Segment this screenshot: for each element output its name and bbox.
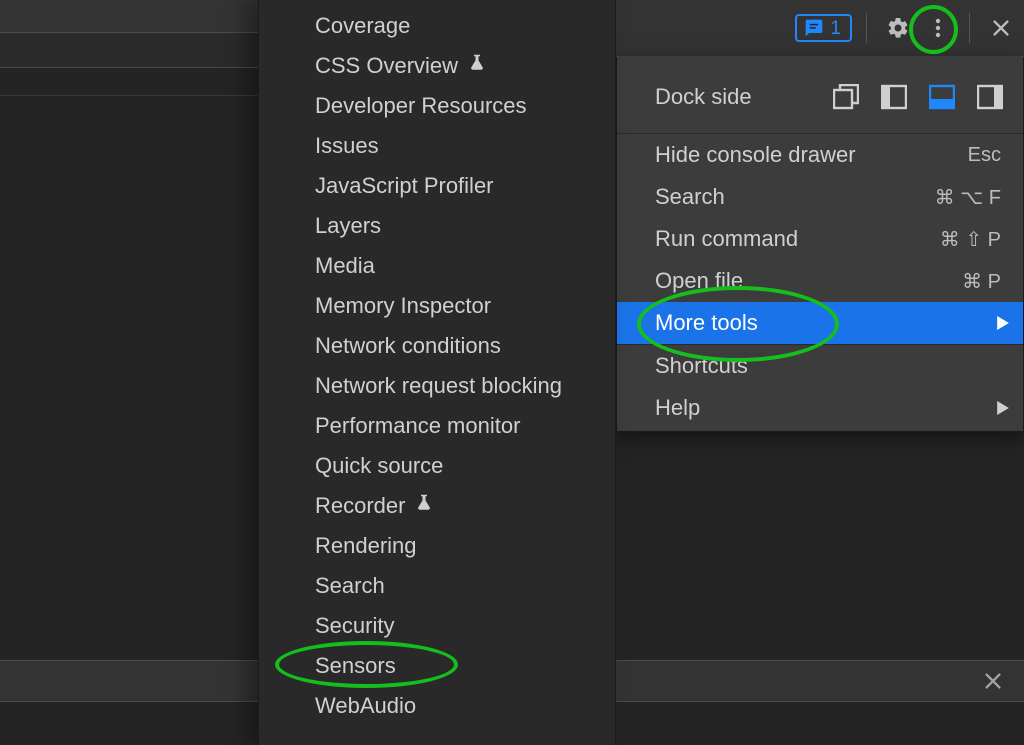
panel-background bbox=[0, 96, 258, 745]
menu-item-shortcut: ⌘ ⌥ F bbox=[935, 185, 1001, 210]
submenu-item-network-request-blocking[interactable]: Network request blocking bbox=[259, 366, 615, 406]
chat-icon bbox=[804, 18, 824, 38]
submenu-item-label: Issues bbox=[315, 133, 379, 159]
dock-side-label: Dock side bbox=[655, 84, 831, 110]
menu-item-label: Run command bbox=[655, 226, 798, 252]
experimental-icon bbox=[468, 53, 486, 73]
submenu-item-label: WebAudio bbox=[315, 693, 416, 719]
menu-item-more-tools[interactable]: More tools bbox=[617, 302, 1023, 344]
close-icon bbox=[990, 17, 1012, 39]
dock-right-button[interactable] bbox=[975, 82, 1005, 112]
submenu-item-label: JavaScript Profiler bbox=[315, 173, 494, 199]
menu-item-label: Shortcuts bbox=[655, 353, 748, 379]
submenu-item-label: Coverage bbox=[315, 13, 410, 39]
menu-item-label: Hide console drawer bbox=[655, 142, 856, 168]
submenu-item-performance-monitor[interactable]: Performance monitor bbox=[259, 406, 615, 446]
submenu-indicator bbox=[997, 395, 1009, 421]
menu-item-shortcut: ⌘ ⇧ P bbox=[940, 227, 1001, 252]
submenu-item-label: Search bbox=[315, 573, 385, 599]
submenu-item-media[interactable]: Media bbox=[259, 246, 615, 286]
menu-item-help[interactable]: Help bbox=[617, 387, 1023, 429]
dock-right-icon bbox=[977, 84, 1003, 110]
submenu-item-memory-inspector[interactable]: Memory Inspector bbox=[259, 286, 615, 326]
drawer-toolbar-left bbox=[0, 660, 258, 702]
menu-item-shortcut: ⌘ P bbox=[962, 269, 1001, 294]
more-options-button[interactable] bbox=[921, 11, 955, 45]
devtools-main-toolbar: 1 bbox=[616, 0, 1024, 57]
drawer-toolbar bbox=[616, 660, 1024, 702]
dock-bottom-icon bbox=[929, 84, 955, 110]
submenu-item-label: Media bbox=[315, 253, 375, 279]
vertical-dots-icon bbox=[926, 16, 950, 40]
gear-icon bbox=[886, 16, 910, 40]
tabs-strip bbox=[0, 0, 258, 33]
submenu-item-label: Layers bbox=[315, 213, 381, 239]
dock-left-button[interactable] bbox=[879, 82, 909, 112]
toolbar-strip bbox=[0, 33, 258, 68]
menu-item-label: Help bbox=[655, 395, 700, 421]
submenu-item-css-overview[interactable]: CSS Overview bbox=[259, 46, 615, 86]
menu-item-label: Search bbox=[655, 184, 725, 210]
more-tools-submenu: Coverage CSS Overview Developer Resources I… bbox=[258, 0, 616, 745]
subtoolbar-strip bbox=[0, 68, 258, 96]
close-icon bbox=[982, 670, 1004, 692]
submenu-item-javascript-profiler[interactable]: JavaScript Profiler bbox=[259, 166, 615, 206]
submenu-item-label: Sensors bbox=[315, 653, 396, 679]
submenu-item-label: CSS Overview bbox=[315, 53, 458, 79]
submenu-item-label: Performance monitor bbox=[315, 413, 520, 439]
submenu-item-recorder[interactable]: Recorder bbox=[259, 486, 615, 526]
close-devtools-button[interactable] bbox=[984, 11, 1018, 45]
submenu-item-label: Security bbox=[315, 613, 394, 639]
toolbar-separator bbox=[969, 13, 970, 43]
submenu-item-label: Recorder bbox=[315, 493, 405, 519]
settings-button[interactable] bbox=[881, 11, 915, 45]
experimental-badge bbox=[415, 493, 433, 519]
menu-item-shortcut: Esc bbox=[968, 144, 1001, 167]
submenu-item-label: Memory Inspector bbox=[315, 293, 491, 319]
submenu-item-developer-resources[interactable]: Developer Resources bbox=[259, 86, 615, 126]
chevron-right-icon bbox=[997, 316, 1009, 330]
submenu-item-label: Quick source bbox=[315, 453, 443, 479]
dock-side-options bbox=[831, 82, 1005, 112]
submenu-indicator bbox=[997, 310, 1009, 336]
menu-item-label: Open file bbox=[655, 268, 743, 294]
experimental-icon bbox=[415, 493, 433, 513]
menu-item-search[interactable]: Search ⌘ ⌥ F bbox=[617, 176, 1023, 218]
submenu-item-security[interactable]: Security bbox=[259, 606, 615, 646]
menu-item-label: More tools bbox=[655, 310, 758, 336]
undock-icon bbox=[833, 84, 859, 110]
submenu-item-layers[interactable]: Layers bbox=[259, 206, 615, 246]
issues-count: 1 bbox=[830, 19, 841, 38]
submenu-item-quick-source[interactable]: Quick source bbox=[259, 446, 615, 486]
dock-left-icon bbox=[881, 84, 907, 110]
main-menu: Dock side bbox=[616, 57, 1024, 432]
submenu-item-search[interactable]: Search bbox=[259, 566, 615, 606]
chevron-right-icon bbox=[997, 401, 1009, 415]
menu-item-open-file[interactable]: Open file ⌘ P bbox=[617, 260, 1023, 302]
submenu-item-network-conditions[interactable]: Network conditions bbox=[259, 326, 615, 366]
issues-badge[interactable]: 1 bbox=[795, 14, 852, 42]
menu-item-run-command[interactable]: Run command ⌘ ⇧ P bbox=[617, 218, 1023, 260]
submenu-item-sensors[interactable]: Sensors bbox=[259, 646, 615, 686]
submenu-item-webaudio[interactable]: WebAudio bbox=[259, 686, 615, 726]
dock-undock-button[interactable] bbox=[831, 82, 861, 112]
submenu-item-issues[interactable]: Issues bbox=[259, 126, 615, 166]
toolbar-separator bbox=[866, 13, 867, 43]
close-drawer-button[interactable] bbox=[976, 664, 1010, 698]
submenu-item-label: Developer Resources bbox=[315, 93, 527, 119]
submenu-item-rendering[interactable]: Rendering bbox=[259, 526, 615, 566]
dock-bottom-button[interactable] bbox=[927, 82, 957, 112]
submenu-item-label: Network request blocking bbox=[315, 373, 562, 399]
dock-side-row: Dock side bbox=[617, 61, 1023, 133]
menu-item-hide-console-drawer[interactable]: Hide console drawer Esc bbox=[617, 134, 1023, 176]
experimental-badge bbox=[468, 53, 486, 79]
submenu-item-label: Network conditions bbox=[315, 333, 501, 359]
submenu-item-label: Rendering bbox=[315, 533, 417, 559]
menu-item-shortcuts[interactable]: Shortcuts bbox=[617, 345, 1023, 387]
submenu-item-coverage[interactable]: Coverage bbox=[259, 6, 615, 46]
